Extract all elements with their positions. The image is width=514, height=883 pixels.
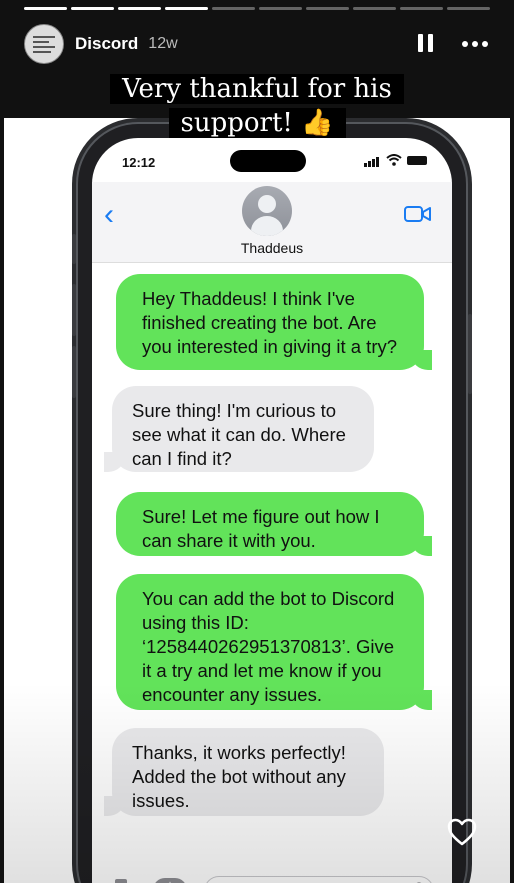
signal-icon: [364, 157, 379, 167]
caption-line: support! 👍: [168, 108, 346, 138]
account-name[interactable]: Discord: [75, 34, 138, 54]
progress-segment: [306, 7, 349, 10]
message-bubble-sent: Hey Thaddeus! I think I've finished crea…: [116, 274, 432, 370]
phone-screen: 12:12 ‹ Thaddeus Hey Thaddeus! I think I…: [92, 138, 452, 883]
compose-bar: [92, 868, 452, 883]
message-line: Hey Thaddeus! I think I've: [142, 288, 355, 309]
back-chevron-icon[interactable]: ‹: [104, 200, 114, 230]
message-line: issues.: [132, 790, 190, 811]
story-image: 12:12 ‹ Thaddeus Hey Thaddeus! I think I…: [4, 118, 510, 883]
contact-name[interactable]: Thaddeus: [92, 240, 452, 256]
message-line: finished creating the bot. Are: [142, 312, 377, 333]
battery-icon: [407, 156, 427, 165]
story-viewer: Discord 12w 12:12 ‹ Thaddeus Hey Thaddeu…: [0, 0, 514, 883]
message-line: you interested in giving it a try?: [142, 336, 398, 357]
progress-segment: [447, 7, 490, 10]
phone-mockup: 12:12 ‹ Thaddeus Hey Thaddeus! I think I…: [72, 124, 472, 883]
heart-icon[interactable]: [447, 818, 477, 846]
progress-segment: [165, 7, 208, 10]
pause-icon[interactable]: [418, 34, 436, 54]
progress-segment: [400, 7, 443, 10]
account-avatar[interactable]: [24, 24, 64, 64]
message-bubble-sent: You can add the bot to Discord using thi…: [116, 574, 432, 710]
message-line: using this ID:: [142, 612, 249, 633]
message-line: can I find it?: [132, 448, 232, 469]
conversation-header: ‹ Thaddeus: [92, 182, 452, 263]
post-time: 12w: [148, 35, 178, 52]
progress-segment: [212, 7, 255, 10]
message-line: Added the bot without any: [132, 766, 346, 787]
app-store-icon[interactable]: [152, 877, 188, 883]
camera-icon[interactable]: [106, 878, 136, 883]
progress-segment: [259, 7, 302, 10]
status-bar: 12:12: [92, 138, 452, 182]
message-input[interactable]: [204, 876, 434, 883]
message-line: encounter any issues.: [142, 684, 322, 705]
story-caption: Very thankful for his support! 👍: [0, 72, 514, 140]
story-header: Discord 12w: [24, 24, 490, 64]
message-thread: Hey Thaddeus! I think I've finished crea…: [92, 262, 452, 868]
message-line: it a try and let me know if you: [142, 660, 382, 681]
message-line: see what it can do. Where: [132, 424, 346, 445]
dynamic-island: [230, 150, 306, 172]
caption-line: Very thankful for his: [110, 74, 404, 104]
progress-segment: [24, 7, 67, 10]
contact-avatar-icon[interactable]: [242, 186, 292, 236]
message-bubble-received: Sure thing! I'm curious to see what it c…: [104, 386, 374, 472]
more-icon[interactable]: [462, 41, 488, 47]
message-line: ‘1258440262951370813’. Give: [142, 636, 395, 657]
video-call-icon[interactable]: [404, 204, 432, 224]
message-line: Sure! Let me figure out how I: [142, 506, 380, 527]
progress-segment: [118, 7, 161, 10]
progress-segment: [71, 7, 114, 10]
message-line: Thanks, it works perfectly!: [132, 742, 346, 763]
wifi-icon: [386, 154, 402, 166]
message-bubble-received: Thanks, it works perfectly! Added the bo…: [104, 728, 384, 816]
status-time: 12:12: [122, 155, 156, 170]
message-bubble-sent: Sure! Let me figure out how I can share …: [116, 492, 432, 556]
message-line: can share it with you.: [142, 530, 316, 551]
message-line: Sure thing! I'm curious to: [132, 400, 337, 421]
message-line: You can add the bot to Discord: [142, 588, 395, 609]
story-progress: [24, 7, 490, 10]
progress-segment: [353, 7, 396, 10]
